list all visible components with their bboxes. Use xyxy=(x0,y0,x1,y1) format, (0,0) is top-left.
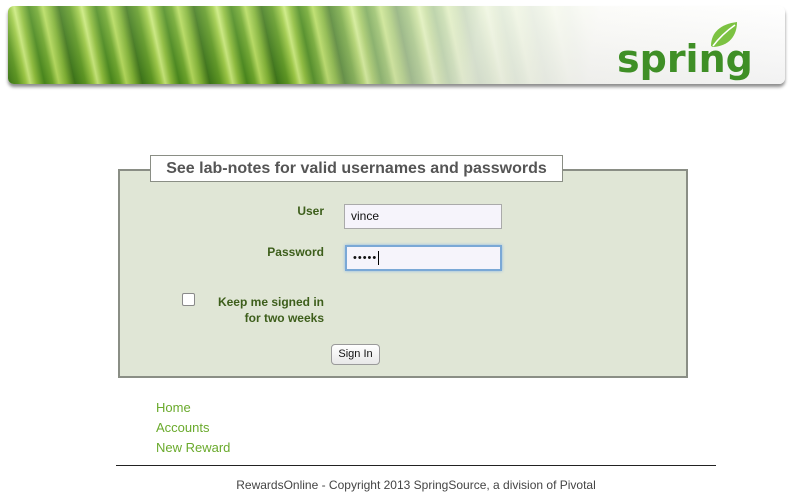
header-banner: spring xyxy=(8,6,785,84)
footer-divider xyxy=(116,465,716,466)
password-label: Password xyxy=(267,245,324,259)
spring-logo: spring xyxy=(617,20,753,80)
nav-link-accounts[interactable]: Accounts xyxy=(156,418,230,438)
nav-link-new-reward[interactable]: New Reward xyxy=(156,438,230,458)
user-label: User xyxy=(297,204,324,218)
password-mask: ••••• xyxy=(353,252,378,264)
login-panel xyxy=(118,169,688,378)
nav-link-home[interactable]: Home xyxy=(156,398,230,418)
text-caret xyxy=(378,251,380,266)
nav-links: Home Accounts New Reward xyxy=(156,398,230,458)
remember-checkbox[interactable] xyxy=(182,293,195,306)
password-field[interactable]: ••••• xyxy=(345,245,502,271)
sign-in-button[interactable]: Sign In xyxy=(331,344,380,365)
remember-label: Keep me signed in for two weeks xyxy=(217,295,324,325)
page: spring See lab-notes for valid usernames… xyxy=(0,0,795,501)
login-legend: See lab-notes for valid usernames and pa… xyxy=(150,155,563,182)
footer-copyright: RewardsOnline - Copyright 2013 SpringSou… xyxy=(236,478,596,492)
leaf-icon xyxy=(711,22,737,47)
user-field[interactable]: vince xyxy=(344,204,502,229)
